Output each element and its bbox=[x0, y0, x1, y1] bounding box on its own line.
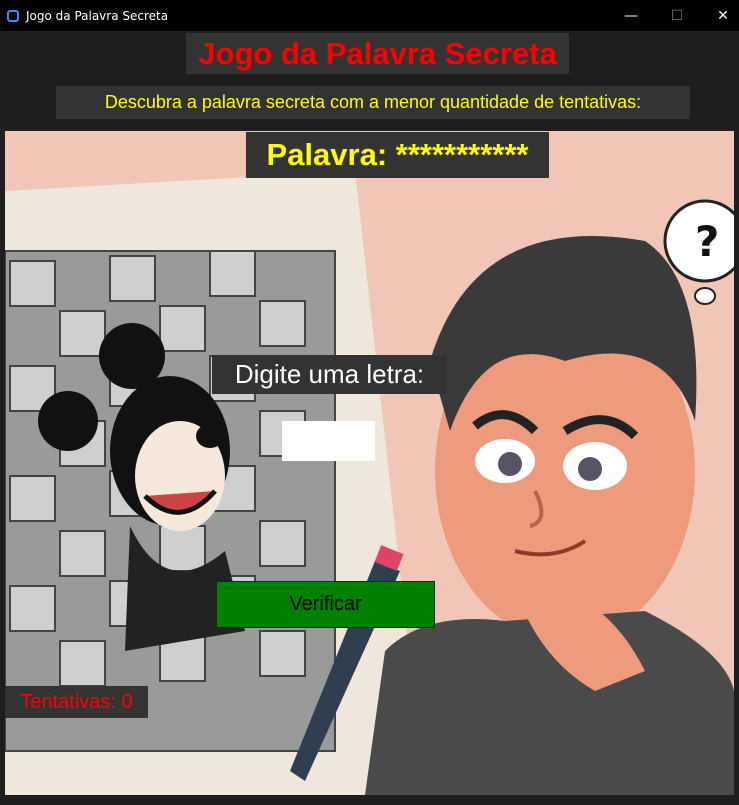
app-icon bbox=[7, 9, 19, 22]
secret-word-label: Palavra: *********** bbox=[246, 132, 549, 178]
game-subtitle: Descubra a palavra secreta com a menor q… bbox=[56, 86, 690, 119]
attempts-counter: Tentativas: 0 bbox=[5, 686, 148, 718]
letter-input[interactable] bbox=[282, 421, 375, 461]
window-title: Jogo da Palavra Secreta bbox=[26, 8, 169, 23]
letter-prompt-label: Digite uma letra: bbox=[212, 355, 447, 394]
window-titlebar: Jogo da Palavra Secreta — ☐ ✕ bbox=[0, 0, 739, 31]
minimize-button[interactable]: — bbox=[608, 0, 654, 31]
close-button[interactable]: ✕ bbox=[700, 0, 739, 31]
verify-button[interactable]: Verificar bbox=[216, 581, 435, 628]
svg-text:?: ? bbox=[695, 217, 719, 266]
maximize-button[interactable]: ☐ bbox=[654, 0, 700, 31]
game-title: Jogo da Palavra Secreta bbox=[186, 33, 569, 74]
